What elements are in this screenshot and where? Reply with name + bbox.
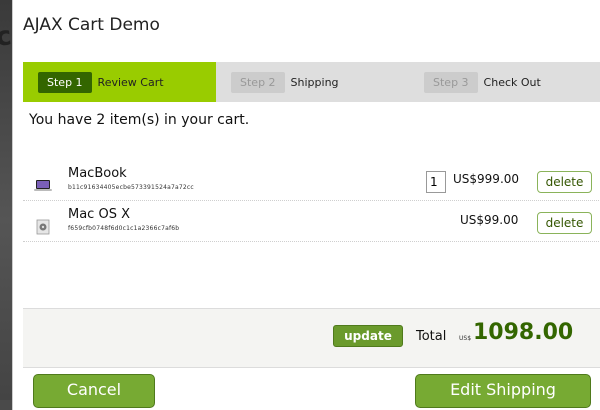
step-badge: Step 1 bbox=[38, 72, 92, 93]
step-label: Shipping bbox=[290, 76, 339, 89]
step-check-out[interactable]: Step 3 Check Out bbox=[424, 72, 541, 93]
edit-shipping-button[interactable]: Edit Shipping bbox=[415, 374, 591, 408]
total-label: Total bbox=[416, 329, 447, 344]
step-label: Check Out bbox=[483, 76, 541, 89]
cart-item-row: Mac OS X f659cfb0748f6d0c1c1a2366c7af6b … bbox=[23, 201, 600, 242]
software-box-icon bbox=[33, 219, 53, 235]
total-amount: 1098.00 bbox=[473, 320, 574, 345]
cart-item-row: MacBook b11c91634405ecbe573391524a7a72cc… bbox=[23, 160, 600, 201]
item-sku: b11c91634405ecbe573391524a7a72cc bbox=[68, 184, 194, 191]
step-badge: Step 2 bbox=[231, 72, 285, 93]
delete-button[interactable]: delete bbox=[537, 171, 592, 193]
cart-footer: update Total US$ 1098.00 bbox=[23, 308, 600, 368]
checkout-steps: Step 1 Review Cart Step 2 Shipping Step … bbox=[23, 62, 600, 102]
item-sku: f659cfb0748f6d0c1c1a2366c7af6b bbox=[68, 225, 180, 232]
quantity-input[interactable] bbox=[426, 171, 446, 193]
item-name: Mac OS X bbox=[68, 207, 130, 222]
delete-button[interactable]: delete bbox=[537, 212, 592, 234]
step-label: Review Cart bbox=[97, 76, 164, 89]
step-badge: Step 3 bbox=[424, 72, 478, 93]
update-button[interactable]: update bbox=[333, 325, 403, 347]
cart-summary: You have 2 item(s) in your cart. bbox=[29, 112, 250, 128]
cart-dialog: AJAX Cart Demo Step 1 Review Cart Step 2… bbox=[12, 0, 600, 410]
step-review-cart[interactable]: Step 1 Review Cart bbox=[38, 72, 164, 93]
item-price: US$99.00 bbox=[460, 213, 519, 227]
background-page-fragment: c bbox=[0, 21, 13, 53]
item-name: MacBook bbox=[68, 166, 127, 181]
laptop-icon bbox=[33, 178, 53, 194]
dialog-title: AJAX Cart Demo bbox=[23, 15, 160, 35]
item-price: US$999.00 bbox=[453, 172, 520, 186]
step-shipping[interactable]: Step 2 Shipping bbox=[231, 72, 339, 93]
total-currency: US$ bbox=[459, 335, 472, 342]
cancel-button[interactable]: Cancel bbox=[33, 374, 155, 408]
